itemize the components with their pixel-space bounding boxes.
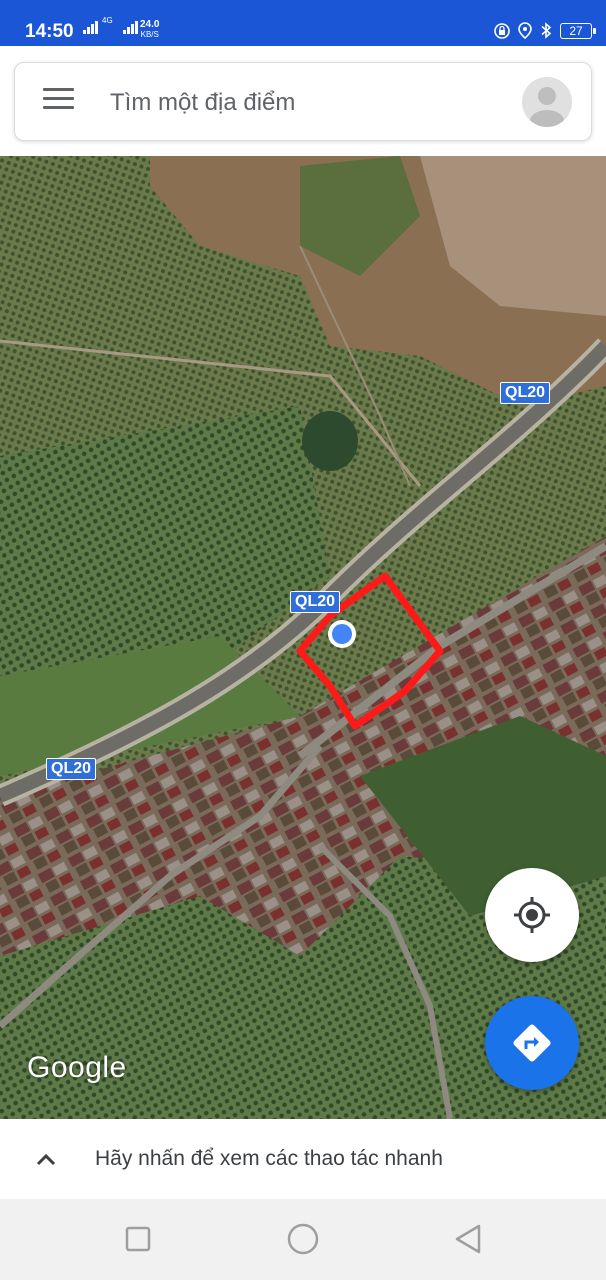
satellite-map[interactable]: QL20 QL20 QL20 Google: [0, 156, 606, 1119]
recent-apps-button[interactable]: [118, 1219, 158, 1259]
road-label-ql20-east[interactable]: QL20: [500, 382, 551, 404]
my-location-icon: [514, 897, 550, 933]
chevron-up-icon: [36, 1153, 56, 1166]
directions-button[interactable]: [485, 996, 579, 1090]
signal-group: 4G: [83, 16, 138, 34]
speed-unit: KB/S: [140, 30, 159, 39]
quick-actions-bar[interactable]: Hãy nhấn để xem các thao tác nhanh: [0, 1119, 606, 1199]
network-label: 4G: [102, 16, 113, 25]
battery-icon: 27: [560, 22, 596, 39]
location-icon: [518, 22, 532, 39]
battery-level: 27: [569, 23, 583, 38]
search-area: [0, 46, 606, 156]
speed-value: 24.0: [140, 19, 160, 30]
search-bar[interactable]: [14, 62, 592, 141]
hamburger-menu-icon[interactable]: [43, 88, 77, 116]
directions-icon: [513, 1024, 551, 1062]
status-bar: 14:50 4G 24.0 KB/S 27: [0, 0, 606, 46]
status-icons: 27: [494, 22, 596, 39]
bluetooth-icon: [541, 22, 552, 39]
quick-actions-text: Hãy nhấn để xem các thao tác nhanh: [95, 1147, 443, 1170]
satellite-imagery: [0, 156, 606, 1119]
screen: 14:50 4G 24.0 KB/S 27 Tìm một địa điểm Q…: [0, 0, 606, 1280]
sim2-signal-icon: [122, 20, 138, 34]
road-label-ql20-center[interactable]: QL20: [290, 591, 341, 613]
back-icon: [455, 1224, 481, 1254]
search-input[interactable]: [108, 85, 502, 121]
account-avatar-icon[interactable]: [522, 77, 572, 127]
vpn-icon: [494, 22, 510, 39]
my-location-button[interactable]: [485, 868, 579, 962]
home-button[interactable]: [283, 1219, 323, 1259]
network-speed: 24.0 KB/S: [140, 20, 159, 40]
google-logo: Google: [27, 1051, 127, 1084]
road-label-ql20-west[interactable]: QL20: [46, 758, 97, 780]
sim1-signal-icon: [83, 20, 98, 34]
home-icon: [287, 1223, 319, 1255]
back-button[interactable]: [448, 1219, 488, 1259]
recent-apps-icon: [125, 1226, 151, 1252]
status-time: 14:50: [25, 21, 74, 42]
navigation-bar: [0, 1199, 606, 1280]
